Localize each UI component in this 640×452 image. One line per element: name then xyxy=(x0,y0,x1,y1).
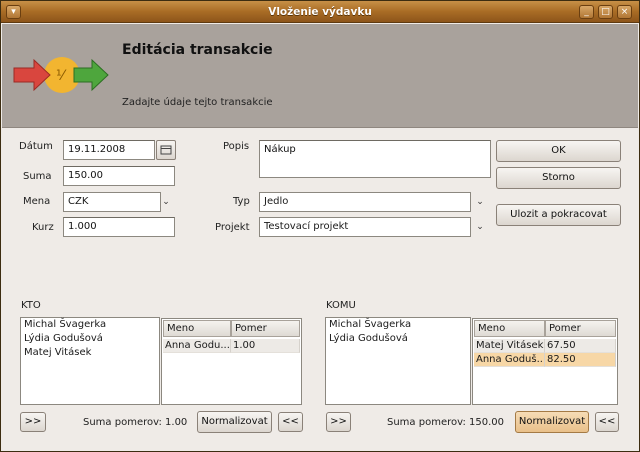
popis-label: Popis xyxy=(223,141,250,152)
komu-label: KOMU xyxy=(326,300,356,311)
komu-remove-button[interactable]: << xyxy=(595,412,619,432)
suma-field[interactable]: 150.00 xyxy=(63,166,175,186)
komu-add-button[interactable]: >> xyxy=(326,412,351,432)
list-item[interactable]: Michal Švagerka xyxy=(326,318,470,332)
typ-select[interactable]: Jedlo xyxy=(259,192,471,212)
kurz-label: Kurz xyxy=(32,222,54,233)
minimize-icon[interactable]: _ xyxy=(579,5,594,19)
typ-chevron-down-icon[interactable]: ⌄ xyxy=(474,194,486,210)
header-band: ¹⁄ Editácia transakcie Zadajte údaje tej… xyxy=(2,24,638,128)
close-icon[interactable]: × xyxy=(617,5,632,19)
list-item[interactable]: Lýdia Godušová xyxy=(326,332,470,346)
column-header-meno[interactable]: Meno xyxy=(474,320,545,337)
page-subtitle: Zadajte údaje tejto transakcie xyxy=(122,97,273,108)
kto-add-button[interactable]: >> xyxy=(20,412,46,432)
table-cell-pomer[interactable]: 1.00 xyxy=(231,339,300,353)
table-cell-pomer-selected[interactable]: 82.50 xyxy=(545,353,616,367)
column-header-meno[interactable]: Meno xyxy=(163,320,231,337)
save-continue-button[interactable]: Ulozit a pokracovat xyxy=(496,204,621,226)
kto-normalize-button[interactable]: Normalizovat xyxy=(197,411,272,433)
list-item[interactable]: Michal Švagerka xyxy=(21,318,159,332)
projekt-chevron-down-icon[interactable]: ⌄ xyxy=(474,219,486,235)
mena-chevron-down-icon[interactable]: ⌄ xyxy=(160,194,172,210)
column-header-pomer[interactable]: Pomer xyxy=(231,320,300,337)
column-header-pomer[interactable]: Pomer xyxy=(545,320,616,337)
list-item[interactable]: Matej Vitásek xyxy=(21,346,159,360)
suma-label: Suma xyxy=(23,171,52,182)
popis-textarea[interactable]: Nákup xyxy=(259,140,491,178)
storno-button[interactable]: Storno xyxy=(496,167,621,189)
calendar-button[interactable] xyxy=(156,140,176,160)
projekt-label: Projekt xyxy=(215,222,250,233)
page-title: Editácia transakcie xyxy=(122,42,273,58)
list-item[interactable]: Lýdia Godušová xyxy=(21,332,159,346)
datum-field[interactable]: 19.11.2008 xyxy=(63,140,155,160)
mena-select[interactable]: CZK xyxy=(63,192,161,212)
kto-remove-button[interactable]: << xyxy=(278,412,303,432)
komu-table[interactable]: Meno Pomer Matej Vitásek 67.50 Anna Godu… xyxy=(472,318,618,405)
window-menu-icon[interactable]: ▾ xyxy=(6,5,21,19)
komu-normalize-button[interactable]: Normalizovat xyxy=(515,411,589,433)
kurz-field[interactable]: 1.000 xyxy=(63,217,175,237)
kto-table[interactable]: Meno Pomer Anna Godu... 1.00 xyxy=(161,318,302,405)
komu-sum-text: Suma pomerov: 150.00 xyxy=(387,417,505,428)
datum-label: Dátum xyxy=(19,141,53,152)
kto-people-list[interactable]: Michal Švagerka Lýdia Godušová Matej Vit… xyxy=(20,317,160,405)
kto-sum-text: Suma pomerov: 1.00 xyxy=(83,417,188,428)
mena-label: Mena xyxy=(23,196,51,207)
title-bar[interactable]: Vloženie výdavku ▾ _ □ × xyxy=(1,1,639,23)
window-title: Vloženie výdavku xyxy=(268,6,372,18)
table-cell-meno-selected[interactable]: Anna Goduš... xyxy=(474,353,545,367)
kto-label: KTO xyxy=(21,300,41,311)
projekt-select[interactable]: Testovací projekt xyxy=(259,217,471,237)
komu-people-list[interactable]: Michal Švagerka Lýdia Godušová xyxy=(325,317,471,405)
calendar-icon xyxy=(160,145,172,155)
table-cell-pomer[interactable]: 67.50 xyxy=(545,339,616,353)
ok-button[interactable]: OK xyxy=(496,140,621,162)
typ-label: Typ xyxy=(233,196,250,207)
transaction-arrows-icon: ¹⁄ xyxy=(13,57,109,93)
maximize-icon[interactable]: □ xyxy=(598,5,613,19)
table-cell-meno[interactable]: Matej Vitásek xyxy=(474,339,545,353)
table-cell-meno[interactable]: Anna Godu... xyxy=(163,339,231,353)
dialog-window: Vloženie výdavku ▾ _ □ × ¹⁄ Editácia tra… xyxy=(0,0,640,452)
